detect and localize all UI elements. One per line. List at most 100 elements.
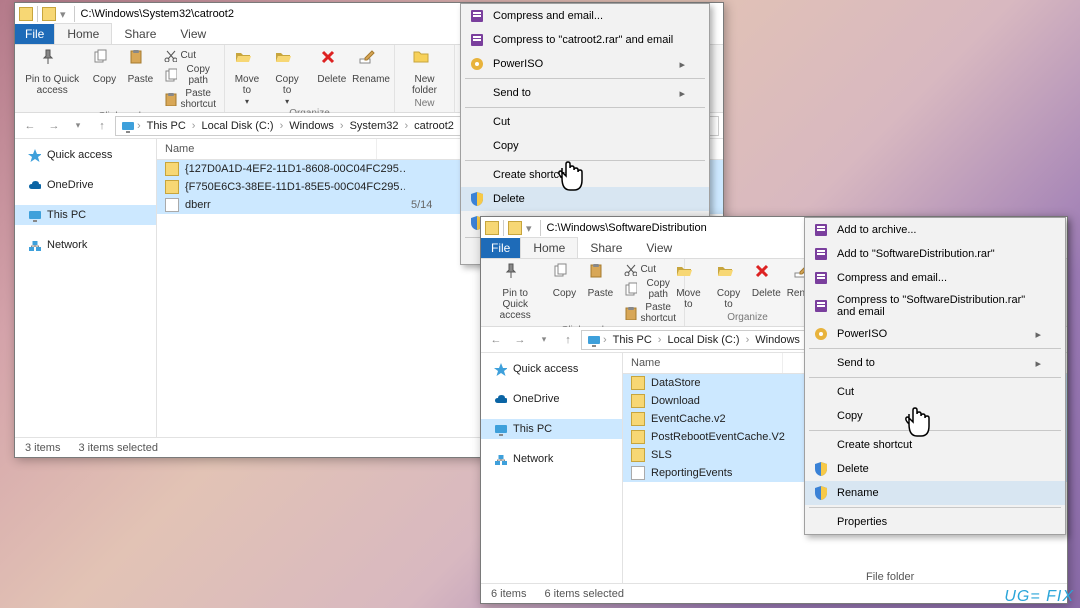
copy-button[interactable]: Copy — [547, 261, 581, 301]
folder-icon — [631, 448, 645, 462]
sidebar-item-this-pc[interactable]: This PC — [481, 419, 622, 439]
file-name: {F750E6C3-38EE-11D1-85E5-00C04FC295… — [185, 181, 405, 193]
nav-up-button[interactable]: ↑ — [557, 329, 579, 351]
delete-button[interactable]: Delete — [315, 47, 349, 87]
sidebar-item-network[interactable]: Network — [481, 449, 622, 469]
tab-home[interactable]: Home — [54, 23, 112, 44]
submenu-arrow-icon: ▸ — [1035, 328, 1041, 341]
file-name: SLS — [651, 449, 801, 461]
file-icon — [165, 198, 179, 212]
blank-icon — [813, 437, 829, 453]
tab-view[interactable]: View — [634, 238, 684, 258]
context-menu-item[interactable]: Delete — [805, 457, 1065, 481]
sidebar-item-onedrive[interactable]: OneDrive — [481, 389, 622, 409]
new-folder-button[interactable]: New folder — [399, 47, 450, 98]
dropdown-icon[interactable]: ▾ — [526, 222, 532, 235]
context-menu-label: Compress to "catroot2.rar" and email — [493, 34, 673, 46]
nav-back-button[interactable]: ← — [19, 115, 41, 137]
context-menu-item[interactable]: Cut — [461, 110, 709, 134]
rename-button[interactable]: Rename — [351, 47, 392, 87]
rar-icon — [813, 298, 829, 314]
nav-history-button[interactable]: ▾ — [533, 329, 555, 351]
context-menu-item[interactable]: Delete — [461, 187, 709, 211]
nav-history-button[interactable]: ▾ — [67, 115, 89, 137]
cut-button[interactable]: Cut — [159, 47, 220, 63]
watermark: UG= FIX — [1004, 588, 1074, 606]
nav-forward-button[interactable]: → — [43, 115, 65, 137]
tab-file[interactable]: File — [15, 24, 54, 44]
nav-up-button[interactable]: ↑ — [91, 115, 113, 137]
copy-to-button[interactable]: Copy to — [710, 261, 748, 312]
context-menu-item[interactable]: Compress and email... — [461, 4, 709, 28]
pin-quick-access-button[interactable]: Pin to Quick access — [19, 47, 85, 98]
file-type-label: File folder — [866, 571, 914, 583]
delete-button[interactable]: Delete — [749, 261, 783, 301]
copy-to-button[interactable]: Copy to▾ — [268, 47, 306, 108]
sidebar-item-quick-access[interactable]: Quick access — [15, 145, 156, 165]
move-to-button[interactable]: Move to▾ — [228, 47, 267, 108]
sidebar-item-network[interactable]: Network — [15, 235, 156, 255]
tab-file[interactable]: File — [481, 238, 520, 258]
context-menu-item[interactable]: Create shortcut — [805, 433, 1065, 457]
context-menu-label: Cut — [493, 116, 510, 128]
submenu-arrow-icon: ▸ — [679, 58, 685, 71]
context-menu-item[interactable]: Compress to "SoftwareDistribution.rar" a… — [805, 290, 1065, 322]
file-name: EventCache.v2 — [651, 413, 801, 425]
tab-share[interactable]: Share — [112, 24, 168, 44]
paste-button[interactable]: Paste — [123, 47, 157, 87]
navigation-pane: Quick access OneDrive This PC Network — [481, 353, 623, 583]
nav-back-button[interactable]: ← — [485, 329, 507, 351]
blank-icon — [469, 114, 485, 130]
folder-icon — [631, 394, 645, 408]
context-menu-item[interactable]: Compress and email... — [805, 266, 1065, 290]
blank-icon — [813, 355, 829, 371]
status-bar: 6 items 6 items selected — [481, 583, 1067, 603]
rar-icon — [469, 32, 485, 48]
context-menu-item[interactable]: Create shortcut — [461, 163, 709, 187]
file-name: {127D0A1D-4EF2-11D1-8608-00C04FC295… — [185, 163, 405, 175]
tab-share[interactable]: Share — [578, 238, 634, 258]
blank-icon — [469, 167, 485, 183]
context-menu-item[interactable]: Send to ▸ — [461, 81, 709, 105]
context-menu-item[interactable]: Add to archive... — [805, 218, 1065, 242]
tab-home[interactable]: Home — [520, 237, 578, 258]
context-menu-label: Send to — [493, 87, 531, 99]
nav-forward-button[interactable]: → — [509, 329, 531, 351]
paste-button[interactable]: Paste — [583, 261, 617, 301]
context-menu-item[interactable]: Properties — [805, 510, 1065, 534]
context-menu-label: Add to "SoftwareDistribution.rar" — [837, 248, 995, 260]
rar-icon — [813, 222, 829, 238]
dropdown-icon[interactable]: ▾ — [60, 8, 66, 21]
context-menu-item[interactable]: Compress to "catroot2.rar" and email — [461, 28, 709, 52]
sidebar-item-quick-access[interactable]: Quick access — [481, 359, 622, 379]
context-menu-label: Properties — [837, 516, 887, 528]
context-menu-item[interactable]: Add to "SoftwareDistribution.rar" — [805, 242, 1065, 266]
context-menu-item[interactable]: Copy — [805, 404, 1065, 428]
context-menu-label: Add to archive... — [837, 224, 917, 236]
file-name: ReportingEvents — [651, 467, 801, 479]
move-to-button[interactable]: Move to — [669, 261, 708, 312]
context-menu-label: Rename — [837, 487, 879, 499]
context-menu-item[interactable]: Copy — [461, 134, 709, 158]
copy-button[interactable]: Copy — [87, 47, 121, 87]
context-menu-item[interactable]: Cut — [805, 380, 1065, 404]
copy-path-button[interactable]: Copy path — [159, 63, 220, 87]
sidebar-item-onedrive[interactable]: OneDrive — [15, 175, 156, 195]
pin-quick-access-button[interactable]: Pin to Quick access — [485, 261, 545, 323]
rar-icon — [813, 270, 829, 286]
context-menu-label: Compress and email... — [837, 272, 947, 284]
context-menu-item[interactable]: PowerISO ▸ — [805, 322, 1065, 346]
paste-shortcut-button[interactable]: Paste shortcut — [159, 87, 220, 111]
rar-icon — [813, 246, 829, 262]
folder-icon — [485, 221, 499, 235]
context-menu-item[interactable]: Rename — [805, 481, 1065, 505]
context-menu-label: Copy — [837, 410, 863, 422]
shield-icon — [469, 191, 485, 207]
context-menu-item[interactable]: Send to ▸ — [805, 351, 1065, 375]
context-menu-item[interactable]: PowerISO ▸ — [461, 52, 709, 76]
sidebar-item-this-pc[interactable]: This PC — [15, 205, 156, 225]
folder-icon — [42, 7, 56, 21]
blank-icon — [813, 384, 829, 400]
folder-icon — [631, 412, 645, 426]
tab-view[interactable]: View — [168, 24, 218, 44]
